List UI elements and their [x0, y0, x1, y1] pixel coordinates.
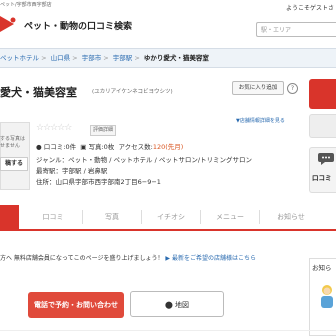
- help-icon[interactable]: ?: [287, 83, 298, 94]
- side-news-title: お知ら: [312, 264, 332, 272]
- tab-reviews[interactable]: 口コミ: [24, 205, 82, 229]
- side-gray-button[interactable]: [309, 114, 336, 138]
- breadcrumb-item-current: ゆかり愛犬・猫美容室: [143, 54, 209, 62]
- breadcrumb-item-pet-hotel[interactable]: ペットホテル: [0, 54, 39, 62]
- phone-reserve-button[interactable]: 電話で予約・お問い合わせ: [28, 292, 124, 318]
- reviews-count: 0件: [65, 143, 77, 151]
- stats-line: ● 口コミ:0件 ▣ 写真:0枚 アクセス数:120(先月): [36, 143, 184, 151]
- area-search-input[interactable]: 駅・エリア: [256, 22, 336, 37]
- tab-recommend[interactable]: イチオシ: [142, 205, 200, 229]
- breadcrumb: ペットホテル > 山口県 > 宇部市 > 宇部駅 > ゆかり愛犬・猫美容室: [0, 48, 336, 68]
- rating-detail-button[interactable]: 評価詳細: [90, 125, 116, 136]
- member-notice: 方へ 無料店舗会員になってこのページを盛り上げましょう！ ▶ 最新をご希望の店舗…: [0, 255, 256, 262]
- map-button[interactable]: ⬤ 地図: [130, 291, 224, 317]
- breadcrumb-separator: >: [132, 54, 142, 62]
- logo-icon[interactable]: [0, 14, 16, 34]
- tab-photos[interactable]: 写真: [83, 205, 141, 229]
- breadcrumb-item-prefecture[interactable]: 山口県: [51, 54, 71, 62]
- person-illustration-icon: [321, 285, 333, 308]
- photo-placeholder: [0, 122, 30, 190]
- tab-top[interactable]: [0, 205, 19, 229]
- rating-stars: ☆☆☆☆☆: [36, 123, 72, 133]
- photos-count: 0枚: [103, 143, 115, 151]
- photo-placeholder-text: する写真は せません: [0, 136, 26, 149]
- add-favorite-button[interactable]: お気に入り追加: [232, 81, 284, 95]
- genre-line: ジャンル：ペット・動物 / ペットホテル / ペットサロン/トリミングサロン: [36, 156, 253, 164]
- breadcrumb-separator: >: [101, 54, 111, 62]
- breadcrumb-item-city[interactable]: 宇部市: [82, 54, 102, 62]
- shop-name: 愛犬・猫美容室: [0, 86, 77, 99]
- station-line: 最寄駅：宇部駅 / 岩鼻駅: [36, 167, 108, 175]
- tab-menu[interactable]: メニュー: [201, 205, 259, 229]
- speech-bubble-icon: [318, 153, 334, 165]
- breadcrumb-item-station[interactable]: 宇部駅: [113, 54, 133, 62]
- breadcrumb-separator: >: [39, 54, 49, 62]
- tab-news[interactable]: お知らせ: [260, 205, 322, 229]
- access-count: 120: [152, 143, 166, 151]
- welcome-text: ようこそゲストさ: [285, 5, 334, 12]
- shop-info-detail-link[interactable]: ▼店舗情報詳細を見る: [236, 117, 285, 124]
- camera-icon: ▣: [78, 143, 87, 151]
- reserve-side-button[interactable]: [309, 79, 336, 109]
- logo-text[interactable]: ペット・動物の口コミ検索: [24, 19, 132, 32]
- shop-kana: (ユカリアイケンネコビヨウシツ): [92, 89, 173, 95]
- divider: [0, 330, 336, 331]
- shop-member-link[interactable]: ▶ 最新をご希望の店舗様はこちら: [165, 255, 256, 262]
- review-side-label: 口コミ: [312, 174, 332, 182]
- post-photo-button[interactable]: 稿する: [0, 157, 28, 171]
- breadcrumb-separator: >: [70, 54, 80, 62]
- address-line: 住所：山口県宇部市西宇部南2丁目6−9−1: [36, 178, 161, 186]
- comment-icon: ●: [36, 143, 42, 151]
- map-pin-icon: ⬤: [164, 301, 173, 309]
